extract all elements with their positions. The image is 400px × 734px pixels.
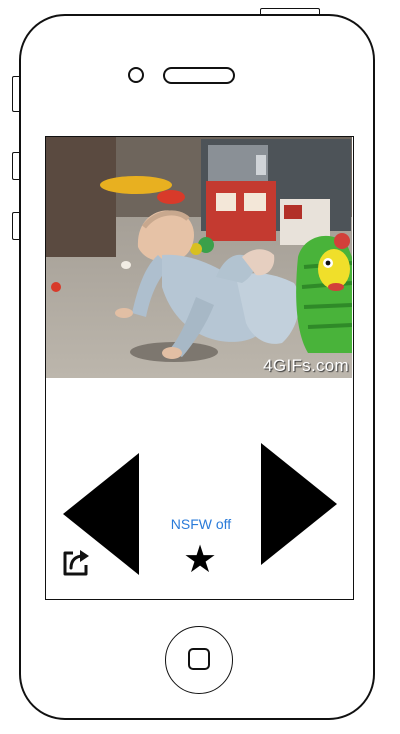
front-camera — [128, 67, 144, 83]
app-screen: 4GIFs.com NSFW off ★ — [45, 136, 354, 600]
star-icon: ★ — [182, 539, 218, 581]
nsfw-toggle[interactable]: NSFW off — [148, 516, 254, 532]
earpiece-speaker — [163, 67, 235, 84]
share-icon — [63, 550, 89, 576]
next-gif-button[interactable] — [261, 443, 337, 565]
gif-image — [46, 137, 352, 378]
home-button-square-icon — [188, 648, 210, 670]
share-button[interactable] — [60, 546, 92, 578]
favorite-button[interactable]: ★ — [182, 540, 218, 580]
gif-viewer[interactable]: 4GIFs.com — [46, 137, 352, 378]
gif-watermark: 4GIFs.com — [263, 356, 349, 375]
